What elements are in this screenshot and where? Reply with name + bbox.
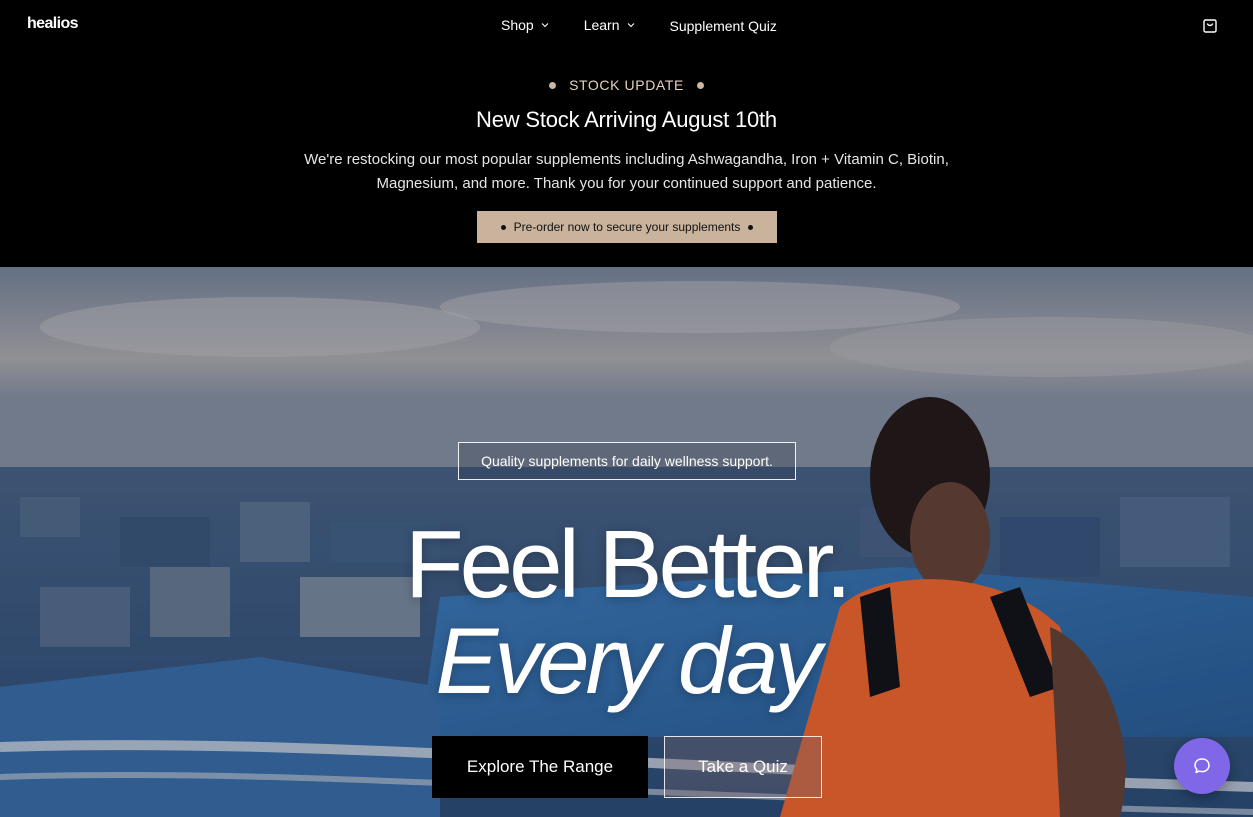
shopping-bag-icon[interactable]	[1201, 16, 1219, 34]
dot-icon	[549, 81, 557, 89]
stock-announcement: STOCK UPDATE New Stock Arriving August 1…	[0, 52, 1253, 267]
hero-section: Quality supplements for daily wellness s…	[0, 267, 1253, 817]
kicker-label: STOCK UPDATE	[569, 77, 684, 93]
dot-icon	[748, 224, 754, 230]
site-header: healios Shop Learn Supplement Quiz	[0, 0, 1253, 52]
chevron-down-icon	[541, 23, 549, 28]
preorder-label: Pre-order now to secure your supplements	[513, 220, 741, 234]
nav-item-label: Learn	[583, 17, 620, 33]
chevron-down-icon	[627, 23, 634, 28]
announcement-body: We're restocking our most popular supple…	[304, 151, 949, 192]
nav-item-supplement-quiz[interactable]: Supplement Quiz	[670, 18, 777, 34]
explore-range-button[interactable]: Explore The Range	[432, 736, 648, 798]
chat-bubble-icon	[1194, 758, 1210, 774]
preorder-button[interactable]: Pre-order now to secure your supplements	[477, 211, 777, 243]
dot-icon	[500, 224, 506, 230]
nav-item-shop[interactable]: Shop	[501, 17, 550, 33]
announcement-kicker: STOCK UPDATE	[0, 77, 1253, 93]
take-quiz-button[interactable]: Take a Quiz	[664, 736, 822, 798]
hero-headline-line1: Feel Better.	[405, 511, 852, 618]
announcement-title: New Stock Arriving August 10th	[476, 107, 777, 132]
nav-item-label: Shop	[501, 17, 534, 33]
nav-item-learn[interactable]: Learn	[584, 17, 636, 33]
healios-logo[interactable]: healios	[27, 15, 79, 33]
hero-tagline: Quality supplements for daily wellness s…	[458, 442, 796, 480]
hero-headline-line2: Every day	[435, 608, 822, 713]
nav-item-label: Supplement Quiz	[669, 18, 777, 34]
main-nav: Shop Learn Supplement Quiz	[501, 16, 777, 34]
chat-launcher-button[interactable]	[1174, 738, 1230, 794]
dot-icon	[696, 81, 704, 89]
